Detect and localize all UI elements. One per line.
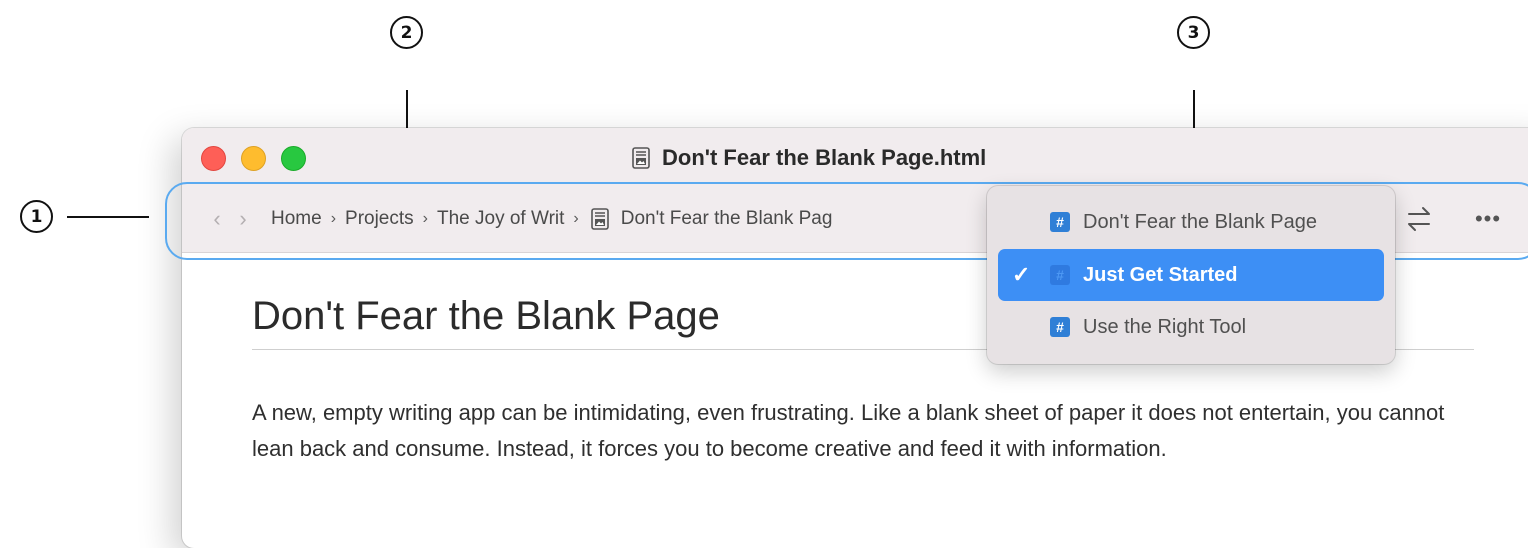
document-icon (632, 147, 650, 169)
breadcrumb: Home › Projects › The Joy of Writ › Don'… (271, 186, 971, 252)
menu-item-label: Don't Fear the Blank Page (1083, 210, 1317, 233)
callout-2: 2 (390, 16, 423, 49)
menu-item-just-get-started[interactable]: ✓ # Just Get Started (998, 249, 1384, 301)
callout-1: 1 (20, 200, 53, 233)
breadcrumb-joy-of-writing[interactable]: The Joy of Writ (437, 208, 564, 230)
breadcrumb-separator: › (330, 210, 337, 227)
menu-item-label: Just Get Started (1083, 263, 1238, 286)
checkmark-icon: ✓ (1012, 262, 1031, 287)
more-options-icon[interactable]: ••• (1470, 204, 1506, 234)
document-paragraph: A new, empty writing app can be intimida… (252, 400, 1445, 461)
callout-1-line (67, 216, 149, 218)
breadcrumb-separator: › (573, 210, 579, 227)
breadcrumb-document[interactable]: Don't Fear the Blank Pag (590, 208, 833, 230)
document-icon (590, 208, 609, 230)
breadcrumb-projects[interactable]: Projects (345, 208, 414, 230)
menu-item-label: Use the Right Tool (1083, 315, 1247, 338)
swap-arrows-icon[interactable] (1404, 204, 1434, 234)
headings-menu: # Don't Fear the Blank Page ✓ # Just Get… (987, 186, 1395, 364)
zoom-window-button[interactable] (281, 146, 306, 171)
hash-icon: # (1050, 212, 1070, 232)
hash-icon: # (1050, 317, 1070, 337)
breadcrumb-home[interactable]: Home (271, 208, 322, 230)
menu-item-blank-page[interactable]: # Don't Fear the Blank Page (998, 196, 1384, 248)
close-window-button[interactable] (201, 146, 226, 171)
breadcrumb-document-label: Don't Fear the Blank Pag (620, 208, 833, 229)
menu-item-right-tool[interactable]: # Use the Right Tool (998, 301, 1384, 353)
minimize-window-button[interactable] (241, 146, 266, 171)
hash-icon: # (1050, 265, 1070, 285)
window-title: Don't Fear the Blank Page.html (632, 144, 986, 172)
breadcrumb-separator: › (422, 210, 428, 227)
window-title-text: Don't Fear the Blank Page.html (662, 145, 987, 170)
callout-3: 3 (1177, 16, 1210, 49)
forward-button[interactable]: › (226, 206, 260, 232)
